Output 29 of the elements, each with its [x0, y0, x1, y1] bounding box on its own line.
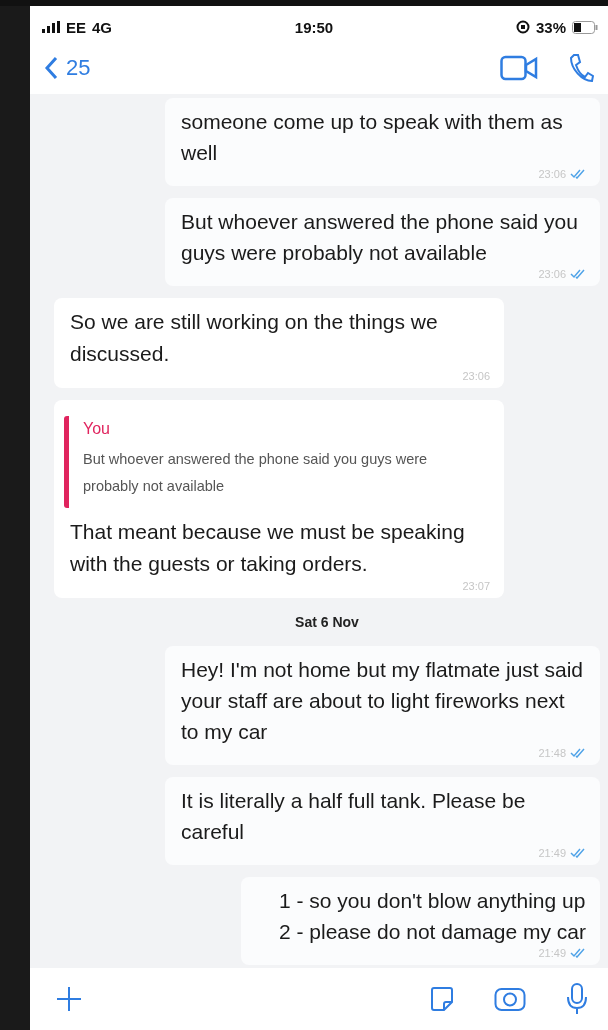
message-text: someone come up to speak with them as well	[181, 109, 564, 166]
microphone-icon[interactable]	[566, 983, 588, 1015]
message-line: 1 - so you don't blow anything up	[278, 888, 586, 914]
quote-author: You	[83, 420, 111, 438]
back-chevron-icon[interactable]	[44, 56, 58, 80]
network-type: 4G	[92, 18, 113, 36]
phone-call-icon[interactable]	[568, 53, 594, 83]
message-time: 23:06	[462, 370, 490, 382]
date-separator: Sat 6 Nov	[295, 614, 359, 630]
video-call-icon[interactable]	[500, 55, 538, 81]
quoted-message[interactable]: You But whoever answered the phone said you guys were probably not available	[64, 416, 490, 508]
message-text: Hey! I'm not home but my flatmate just said your staff are about to light fireworks next to my car	[181, 657, 584, 745]
message-text: But whoever answered the phone said you guys were probably not available	[181, 209, 579, 266]
plus-icon[interactable]	[56, 986, 82, 1012]
back-button[interactable]: 25	[44, 55, 91, 81]
message-time: 23:07	[462, 580, 490, 592]
message-text: It is literally a half full tank. Please be careful	[181, 788, 527, 845]
battery-icon	[572, 20, 598, 34]
status-time: 19:50	[294, 18, 334, 36]
battery-percent: 33%	[535, 18, 566, 36]
quote-text: But whoever answered the phone said you guys were probably not available	[83, 450, 429, 496]
message-line: 2 - please do not damage my car	[278, 919, 586, 945]
message-text: That meant because we must be speaking with the guests or taking orders.	[70, 519, 466, 577]
orientation-lock-icon	[515, 20, 530, 34]
carrier-name: EE	[66, 18, 86, 36]
message-text: So we are still working on the things we discussed.	[70, 309, 439, 367]
sticker-icon[interactable]	[430, 986, 454, 1012]
signal-icon	[42, 21, 60, 33]
camera-icon[interactable]	[494, 986, 526, 1012]
